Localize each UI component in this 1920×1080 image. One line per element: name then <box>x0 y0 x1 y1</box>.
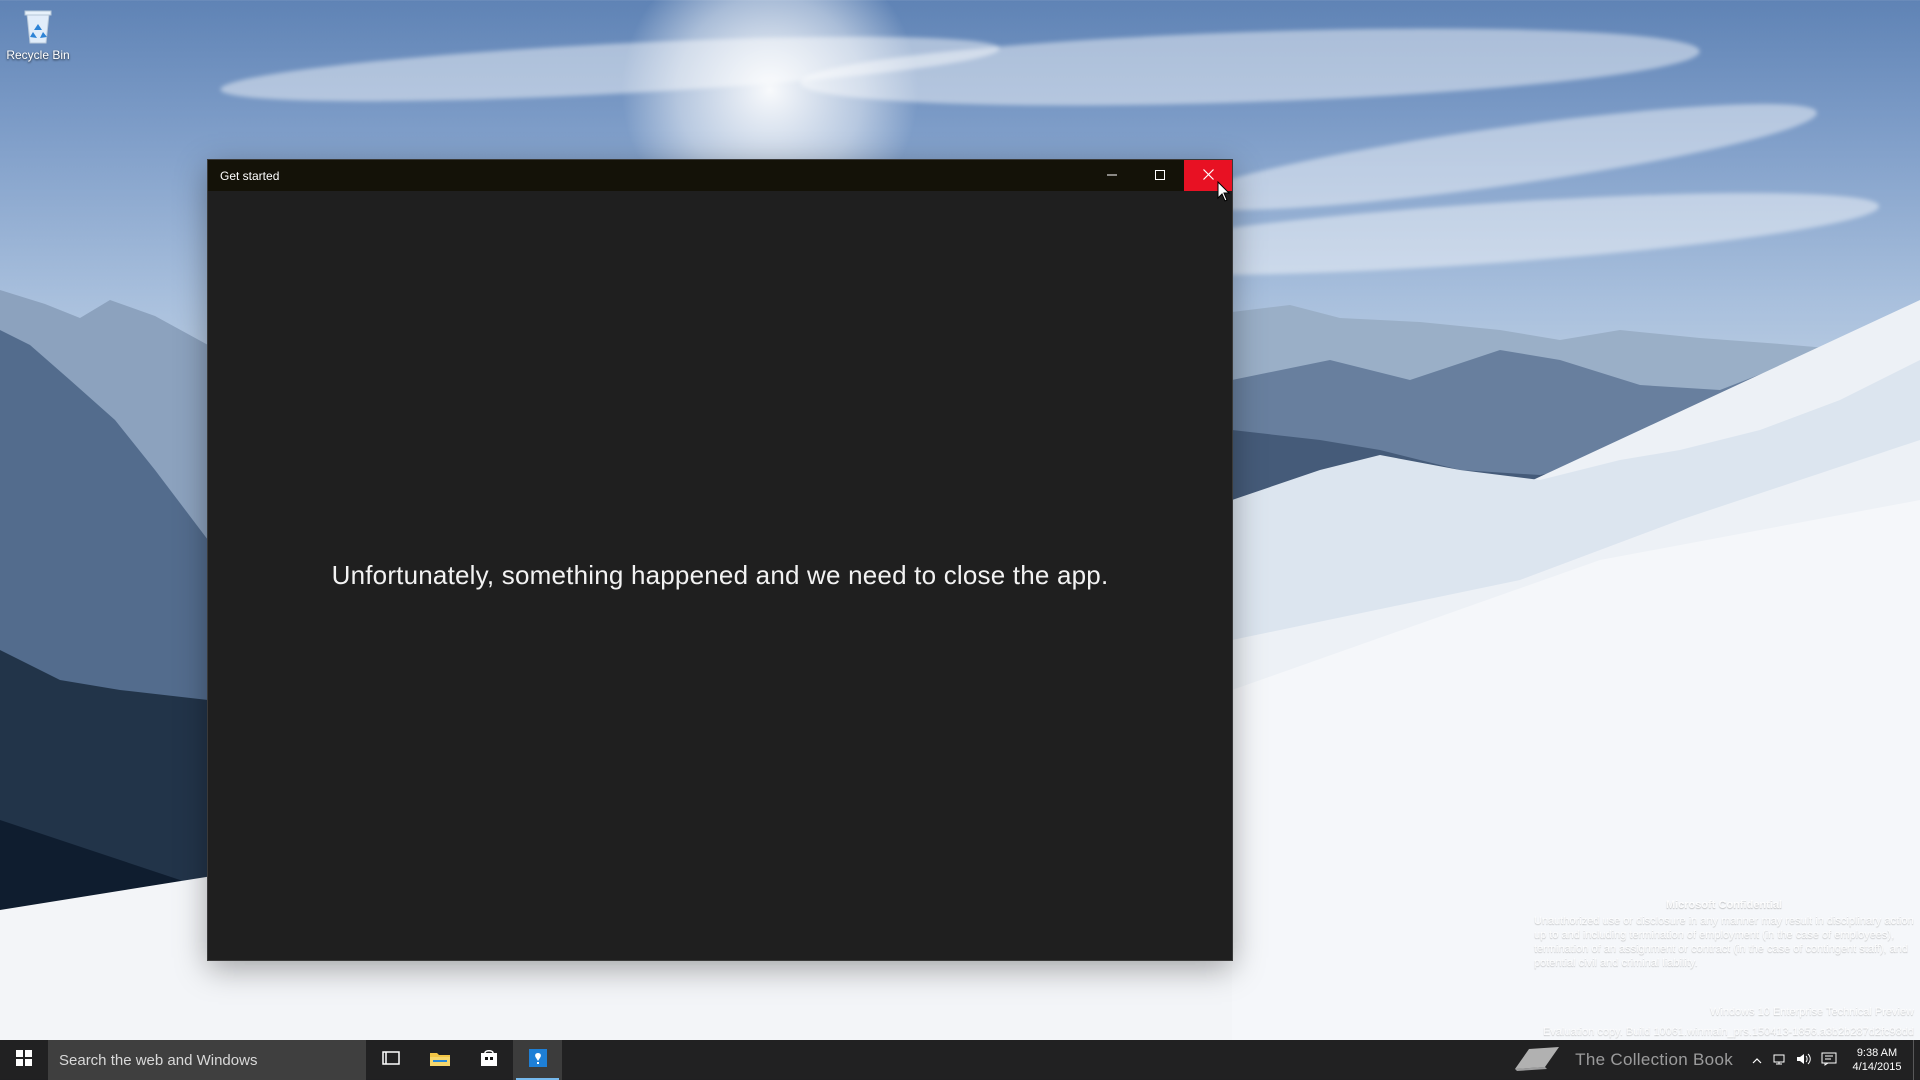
taskbar-clock[interactable]: 9:38 AM 4/14/2015 <box>1841 1046 1913 1074</box>
taskbar: Search the web and Windows The Collectio… <box>0 1040 1920 1080</box>
recycle-bin-label: Recycle Bin <box>6 48 70 62</box>
minimize-icon <box>1107 167 1117 185</box>
app-window: Get started Unfortunately, something hap… <box>208 160 1232 960</box>
desktop-recycle-bin[interactable]: Recycle Bin <box>5 6 71 76</box>
get-started-icon <box>528 1048 548 1073</box>
search-box[interactable]: Search the web and Windows <box>48 1040 366 1080</box>
file-explorer-icon <box>429 1049 451 1072</box>
clock-time: 9:38 AM <box>1856 1047 1898 1059</box>
task-view-button[interactable] <box>366 1040 415 1080</box>
mouse-pointer-icon <box>1217 180 1231 203</box>
show-desktop-button[interactable] <box>1913 1040 1920 1080</box>
window-titlebar[interactable]: Get started <box>208 160 1232 191</box>
watermark-text: Unauthorized use or disclosure in any ma… <box>1534 915 1914 969</box>
network-button[interactable] <box>1769 1040 1793 1080</box>
maximize-icon <box>1155 167 1165 185</box>
collection-book-watermark: The Collection Book <box>1511 1039 1733 1080</box>
system-tray: The Collection Book 9:38 AM 4/14/2015 <box>1511 1040 1920 1080</box>
windows-logo-icon <box>16 1049 32 1071</box>
volume-icon <box>1796 1052 1814 1069</box>
clock-date: 4/14/2015 <box>1852 1061 1902 1073</box>
show-hidden-icons-button[interactable] <box>1745 1040 1769 1080</box>
network-icon <box>1773 1053 1789 1068</box>
close-icon <box>1202 167 1214 185</box>
action-center-button[interactable] <box>1817 1040 1841 1080</box>
book-icon <box>1511 1039 1563 1080</box>
action-center-icon <box>1821 1052 1837 1069</box>
window-content: Unfortunately, something happened and we… <box>208 191 1232 960</box>
recycle-bin-icon <box>20 6 56 46</box>
window-title: Get started <box>220 168 280 183</box>
task-view-icon <box>381 1050 400 1071</box>
build-label: Evaluation copy. Build 10061.winmain_prs… <box>1542 1026 1914 1038</box>
error-message: Unfortunately, something happened and we… <box>331 560 1109 590</box>
collection-book-label: The Collection Book <box>1575 1050 1733 1069</box>
confidential-watermark: Microsoft Confidential Unauthorized use … <box>1534 898 1914 970</box>
store-icon <box>480 1049 498 1072</box>
edition-label: Windows 10 Enterprise Technical Preview <box>1710 1006 1914 1018</box>
start-button[interactable] <box>0 1040 48 1080</box>
search-placeholder: Search the web and Windows <box>59 1051 258 1069</box>
store-button[interactable] <box>464 1040 513 1080</box>
watermark-heading: Microsoft Confidential <box>1665 899 1783 911</box>
file-explorer-button[interactable] <box>415 1040 464 1080</box>
chevron-up-icon <box>1752 1053 1762 1067</box>
get-started-button[interactable] <box>513 1040 562 1080</box>
volume-button[interactable] <box>1793 1040 1817 1080</box>
maximize-button[interactable] <box>1136 160 1184 191</box>
minimize-button[interactable] <box>1088 160 1136 191</box>
